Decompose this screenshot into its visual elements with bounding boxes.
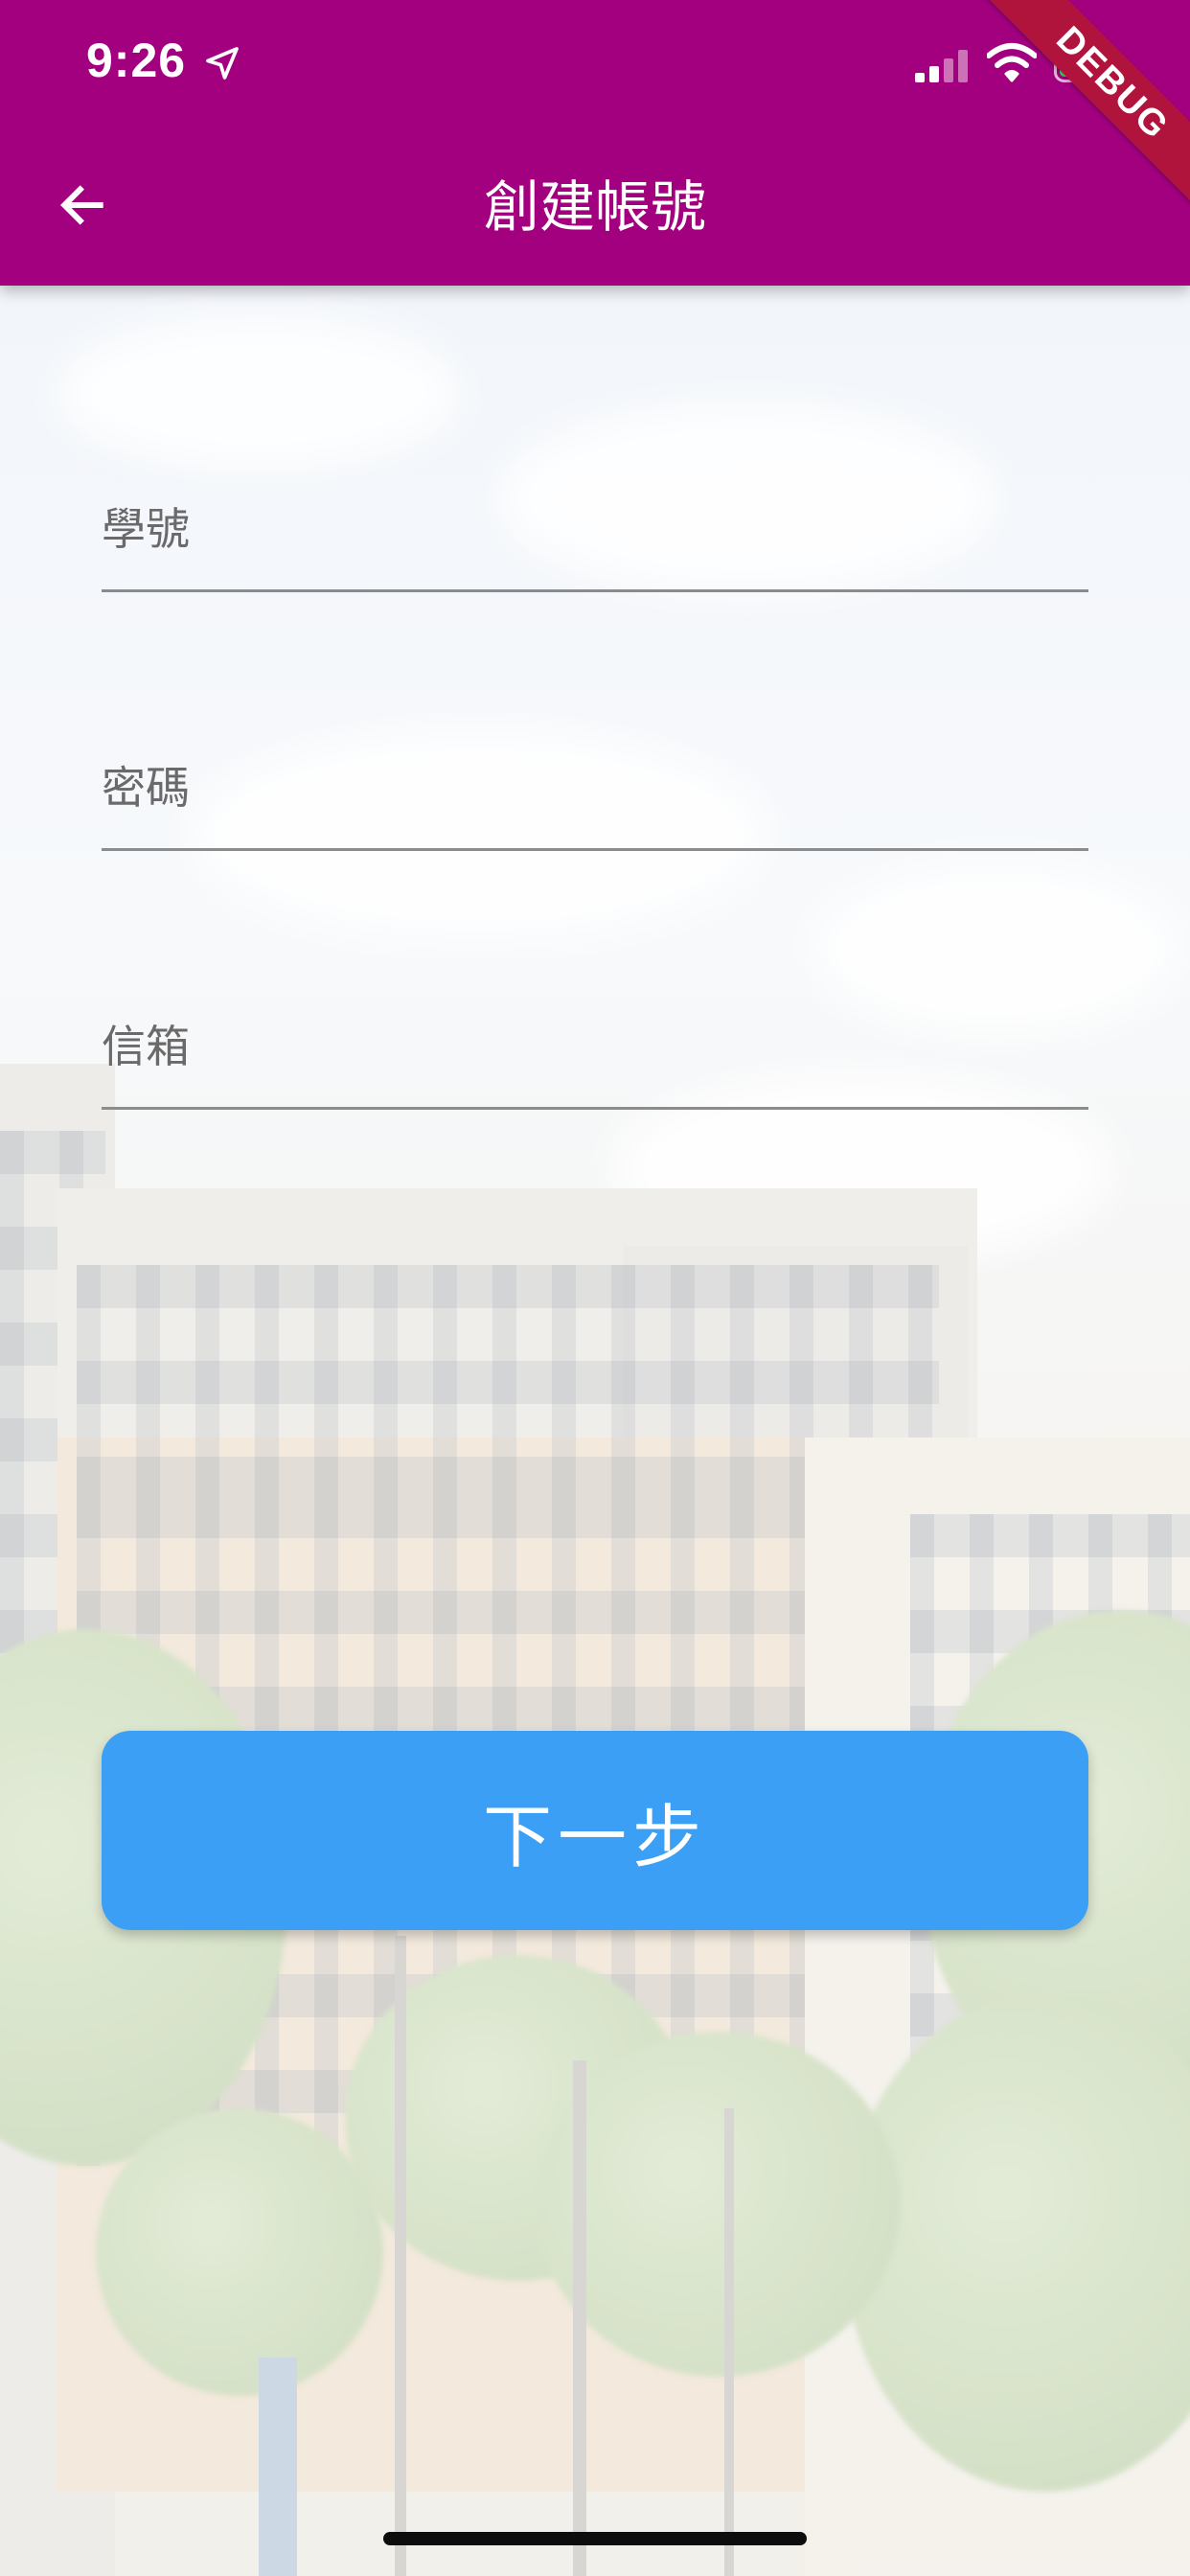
field-underline xyxy=(102,1107,1088,1110)
wifi-icon xyxy=(987,43,1037,82)
next-step-button[interactable]: 下一步 xyxy=(102,1731,1088,1930)
background-campus-image xyxy=(0,0,1190,2576)
password-field[interactable] xyxy=(102,726,1088,851)
field-underline xyxy=(102,589,1088,592)
student-id-field[interactable] xyxy=(102,468,1088,592)
field-underline xyxy=(102,848,1088,851)
app-bar: 9:26 創建帳號 xyxy=(0,0,1190,286)
password-input[interactable] xyxy=(102,726,1088,849)
email-input[interactable] xyxy=(102,985,1088,1108)
student-id-input[interactable] xyxy=(102,468,1088,590)
home-indicator xyxy=(383,2532,807,2545)
create-account-screen: 9:26 創建帳號 DEBUG 學號 信箱 下一步 xyxy=(0,0,1190,2576)
page-title: 創建帳號 xyxy=(483,174,706,240)
email-field[interactable] xyxy=(102,985,1088,1110)
location-arrow-icon xyxy=(206,47,239,80)
status-time: 9:26 xyxy=(86,34,187,87)
cellular-signal-icon xyxy=(915,50,968,82)
